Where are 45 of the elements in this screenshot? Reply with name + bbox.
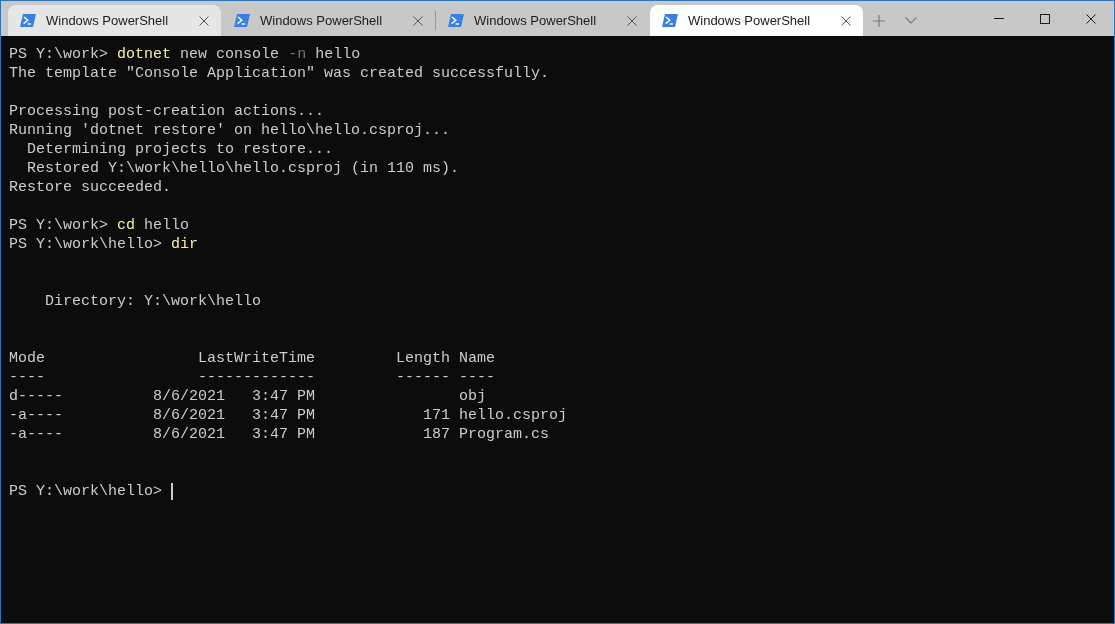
- column-header: Mode: [9, 349, 45, 368]
- table-cell: 8/6/2021 3:47 PM: [153, 425, 316, 444]
- tab[interactable]: Windows PowerShell: [8, 5, 221, 36]
- output-line: Running 'dotnet restore' on hello\hello.csproj...: [9, 121, 451, 140]
- table-cell: d-----: [9, 387, 63, 406]
- close-icon: [199, 15, 209, 26]
- close-icon: [841, 15, 851, 26]
- table-cell: obj: [459, 387, 487, 406]
- output-line: Processing post-creation actions...: [9, 102, 325, 121]
- tab[interactable]: Windows PowerShell: [650, 5, 863, 36]
- close-icon: [1086, 13, 1096, 24]
- column-rule: -------------: [198, 368, 316, 387]
- command-line: PS Y:\work> cd hello: [9, 216, 190, 235]
- terminal-prompt-icon: [662, 14, 678, 27]
- table-cell: -a----: [9, 425, 63, 444]
- directory-heading: Directory: Y:\work\hello: [45, 292, 262, 311]
- table-cell: -a----: [9, 406, 63, 425]
- column-header: LastWriteTime: [198, 349, 316, 368]
- terminal-prompt-icon: [448, 14, 464, 27]
- close-icon: [413, 15, 423, 26]
- table-cell: 171: [423, 406, 451, 425]
- command-line: PS Y:\work> dotnet new console -n hello: [9, 45, 361, 64]
- table-cell: hello.csproj: [459, 406, 568, 425]
- table-cell: 8/6/2021 3:47 PM: [153, 387, 316, 406]
- command-line: PS Y:\work\hello> dir: [9, 235, 199, 254]
- chevron-down-icon: [905, 17, 917, 24]
- terminal-prompt-icon: [20, 14, 36, 27]
- close-icon: [627, 15, 637, 26]
- column-rule: ----: [9, 368, 45, 387]
- minimize-icon: [994, 18, 1004, 19]
- output-line: Determining projects to restore...: [27, 140, 334, 159]
- column-rule: ------: [396, 368, 451, 387]
- terminal-prompt-icon: [234, 14, 250, 27]
- output-line: The template "Console Application" was created successfully.: [9, 64, 550, 83]
- maximize-icon: [1040, 13, 1050, 24]
- table-cell: 187: [423, 425, 451, 444]
- column-header: Length: [396, 349, 451, 368]
- output-line: Restore succeeded.: [9, 178, 172, 197]
- column-rule: ----: [459, 368, 496, 387]
- table-cell: 8/6/2021 3:47 PM: [153, 406, 316, 425]
- column-header: Name: [459, 349, 496, 368]
- command-line: PS Y:\work\hello>: [9, 482, 163, 501]
- table-cell: Program.cs: [459, 425, 550, 444]
- output-line: Restored Y:\work\hello\hello.csproj (in 110 ms).: [27, 159, 460, 178]
- plus-icon: [873, 14, 885, 27]
